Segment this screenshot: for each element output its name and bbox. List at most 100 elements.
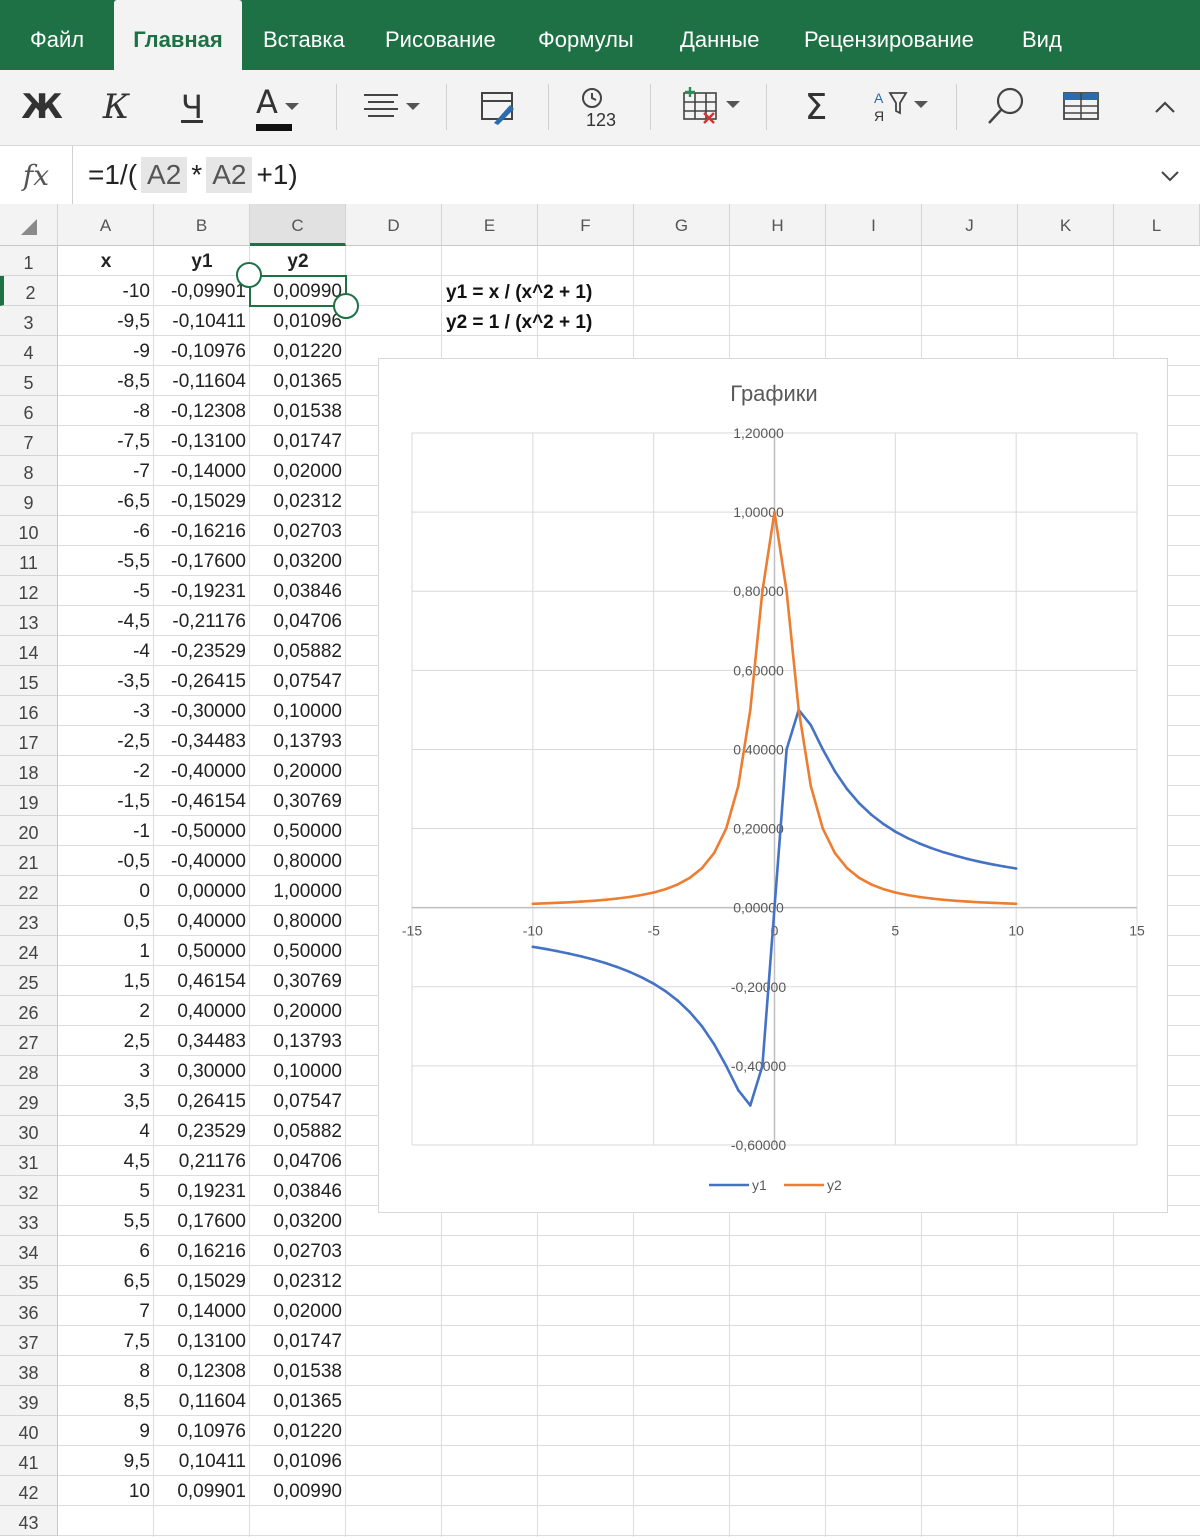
table-cell[interactable]: 0,15029 (154, 1266, 250, 1296)
row-header-18[interactable]: 18 (0, 756, 58, 786)
row-header-20[interactable]: 20 (0, 816, 58, 846)
table-cell[interactable]: -9 (58, 336, 154, 366)
table-cell[interactable]: 0,16216 (154, 1236, 250, 1266)
row-header-5[interactable]: 5 (0, 366, 58, 396)
table-cell[interactable]: 0,21176 (154, 1146, 250, 1176)
table-cell[interactable]: 6,5 (58, 1266, 154, 1296)
table-cell[interactable]: -0,12308 (154, 396, 250, 426)
row-header-35[interactable]: 35 (0, 1266, 58, 1296)
tab-file[interactable]: Файл (30, 0, 84, 70)
table-cell[interactable]: -0,14000 (154, 456, 250, 486)
row-header-7[interactable]: 7 (0, 426, 58, 456)
column-header-l[interactable]: L (1114, 204, 1200, 246)
table-cell[interactable]: 0,40000 (154, 906, 250, 936)
table-cell[interactable]: -0,11604 (154, 366, 250, 396)
table-cell[interactable]: 0,07547 (250, 1086, 346, 1116)
selected-cell-c2[interactable] (249, 275, 347, 307)
chart-graphs[interactable]: Графики 1,20000 1,00000 0,80000 0,60000 0,400… (378, 358, 1168, 1213)
table-cell[interactable]: 0,30769 (250, 786, 346, 816)
column-header-c[interactable]: C (250, 204, 346, 246)
table-cell[interactable]: -0,15029 (154, 486, 250, 516)
table-cell[interactable]: 5 (58, 1176, 154, 1206)
column-header-f[interactable]: F (538, 204, 634, 246)
table-cell[interactable]: -4 (58, 636, 154, 666)
row-header-4[interactable]: 4 (0, 336, 58, 366)
table-cell[interactable]: 0,01096 (250, 1446, 346, 1476)
row-header-6[interactable]: 6 (0, 396, 58, 426)
fx-icon[interactable]: fx (0, 146, 73, 204)
row-header-25[interactable]: 25 (0, 966, 58, 996)
table-cell[interactable]: -0,10411 (154, 306, 250, 336)
selection-handle-bottom[interactable] (333, 293, 359, 319)
table-cell[interactable]: 0,03846 (250, 576, 346, 606)
table-cell[interactable]: 0,01365 (250, 1386, 346, 1416)
align-button[interactable] (360, 80, 424, 134)
table-cell[interactable]: 9,5 (58, 1446, 154, 1476)
table-cell[interactable]: 0,10000 (250, 1056, 346, 1086)
table-cell[interactable]: 0,23529 (154, 1116, 250, 1146)
table-cell[interactable]: 0,02703 (250, 1236, 346, 1266)
column-header-e[interactable]: E (442, 204, 538, 246)
table-cell[interactable]: 2,5 (58, 1026, 154, 1056)
row-header-28[interactable]: 28 (0, 1056, 58, 1086)
row-header-34[interactable]: 34 (0, 1236, 58, 1266)
table-cell[interactable]: -0,50000 (154, 816, 250, 846)
table-cell[interactable]: 0,01365 (250, 366, 346, 396)
table-cell[interactable]: 0,80000 (250, 846, 346, 876)
table-cell[interactable]: 0,80000 (250, 906, 346, 936)
table-cell[interactable]: 0,13100 (154, 1326, 250, 1356)
table-cell[interactable]: 4 (58, 1116, 154, 1146)
row-header-13[interactable]: 13 (0, 606, 58, 636)
header-cell-x[interactable]: x (58, 246, 154, 276)
table-cell[interactable]: 3,5 (58, 1086, 154, 1116)
table-cell[interactable]: 0,50000 (250, 936, 346, 966)
row-header-38[interactable]: 38 (0, 1356, 58, 1386)
row-header-30[interactable]: 30 (0, 1116, 58, 1146)
table-format-button[interactable] (1060, 80, 1104, 134)
row-header-21[interactable]: 21 (0, 846, 58, 876)
row-header-33[interactable]: 33 (0, 1206, 58, 1236)
table-cell[interactable]: 3 (58, 1056, 154, 1086)
tab-formulas[interactable]: Формулы (538, 0, 634, 70)
column-header-g[interactable]: G (634, 204, 730, 246)
row-header-1[interactable]: 1 (0, 246, 58, 276)
table-cell[interactable]: 0,01747 (250, 426, 346, 456)
table-cell[interactable]: 0,03846 (250, 1176, 346, 1206)
table-cell[interactable]: 0,14000 (154, 1296, 250, 1326)
table-cell[interactable]: -0,19231 (154, 576, 250, 606)
table-cell[interactable]: 0,20000 (250, 756, 346, 786)
table-cell[interactable]: 10 (58, 1476, 154, 1506)
row-header-27[interactable]: 27 (0, 1026, 58, 1056)
format-painter-button[interactable] (476, 80, 520, 134)
table-cell[interactable]: 0,30000 (154, 1056, 250, 1086)
table-cell[interactable]: 0,34483 (154, 1026, 250, 1056)
table-cell[interactable]: -9,5 (58, 306, 154, 336)
table-cell[interactable]: 0,30769 (250, 966, 346, 996)
row-header-22[interactable]: 22 (0, 876, 58, 906)
row-header-40[interactable]: 40 (0, 1416, 58, 1446)
table-cell[interactable]: -0,26415 (154, 666, 250, 696)
row-header-26[interactable]: 26 (0, 996, 58, 1026)
sort-filter-button[interactable]: А Я (870, 80, 934, 134)
row-header-9[interactable]: 9 (0, 486, 58, 516)
table-cell[interactable]: 0 (58, 876, 154, 906)
table-cell[interactable]: -0,21176 (154, 606, 250, 636)
column-header-a[interactable]: A (58, 204, 154, 246)
row-header-8[interactable]: 8 (0, 456, 58, 486)
table-cell[interactable]: -2,5 (58, 726, 154, 756)
formula-ref-a2[interactable]: A2 (141, 157, 188, 193)
row-header-32[interactable]: 32 (0, 1176, 58, 1206)
font-color-button[interactable]: A (246, 80, 310, 134)
row-header-14[interactable]: 14 (0, 636, 58, 666)
table-cell[interactable]: -2 (58, 756, 154, 786)
table-cell[interactable]: 0,03200 (250, 546, 346, 576)
table-cell[interactable]: -0,40000 (154, 846, 250, 876)
row-header-2[interactable]: 2 (0, 276, 58, 306)
row-header-36[interactable]: 36 (0, 1296, 58, 1326)
insert-delete-cells-button[interactable] (680, 80, 744, 134)
table-cell[interactable]: -1,5 (58, 786, 154, 816)
row-header-19[interactable]: 19 (0, 786, 58, 816)
autosum-button[interactable]: Σ (796, 80, 836, 134)
row-header-43[interactable]: 43 (0, 1506, 58, 1536)
table-cell[interactable]: 7,5 (58, 1326, 154, 1356)
